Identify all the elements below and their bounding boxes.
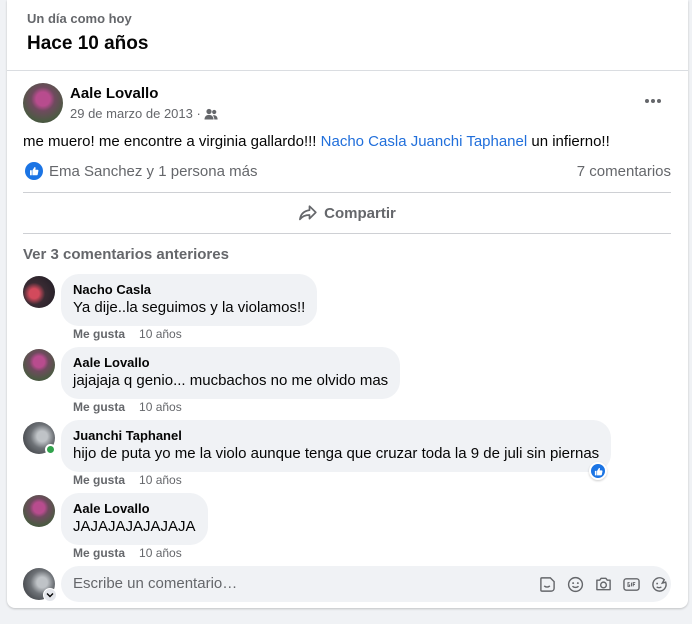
memory-title: Hace 10 años bbox=[27, 33, 149, 54]
post-text-start: me muero! me encontre a virginia gallard… bbox=[23, 133, 321, 150]
comment-author[interactable]: Aale Lovallo bbox=[73, 355, 388, 371]
comment-text: hijo de puta yo me la violo aunque tenga… bbox=[73, 445, 600, 462]
comment-count[interactable]: 7 comentarios bbox=[577, 163, 671, 180]
divider bbox=[23, 192, 671, 193]
comment-input[interactable]: Escribe un comentario… bbox=[73, 575, 237, 592]
mention-juanchi[interactable]: Juanchi Taphanel bbox=[411, 133, 527, 150]
post-date[interactable]: 29 de marzo de 2013 · bbox=[70, 106, 201, 121]
memory-header: Un día como hoy Hace 10 años bbox=[7, 0, 688, 71]
comment-avatar[interactable] bbox=[23, 495, 55, 527]
friends-audience-icon[interactable] bbox=[204, 107, 218, 125]
comment-like-button[interactable]: Me gusta bbox=[73, 327, 125, 341]
comment-avatar[interactable] bbox=[23, 276, 55, 308]
post-date-text[interactable]: 29 de marzo de 2013 bbox=[70, 106, 193, 121]
comment-bubble: Aale Lovallo JAJAJAJAJAJAJA bbox=[61, 493, 208, 545]
comment-like-button[interactable]: Me gusta bbox=[73, 473, 125, 487]
post-text-end: un infierno!! bbox=[527, 133, 610, 150]
comment-time[interactable]: 10 años bbox=[139, 400, 182, 414]
comment-actions: Me gusta 10 años bbox=[73, 327, 182, 341]
comment-bubble: Juanchi Taphanel hijo de puta yo me la v… bbox=[61, 420, 612, 472]
comment-avatar[interactable] bbox=[23, 349, 55, 381]
comment-bubble: Aale Lovallo jajajaja q genio... mucbach… bbox=[61, 347, 401, 399]
more-options-icon bbox=[645, 99, 661, 103]
comment-time[interactable]: 10 años bbox=[139, 546, 182, 560]
view-previous-comments[interactable]: Ver 3 comentarios anteriores bbox=[23, 246, 229, 263]
more-options-button[interactable] bbox=[640, 88, 666, 114]
share-arrow-icon bbox=[299, 205, 317, 221]
comment-like-button[interactable]: Me gusta bbox=[73, 546, 125, 560]
share-button[interactable]: Compartir bbox=[23, 197, 671, 229]
comment-author[interactable]: Juanchi Taphanel bbox=[73, 428, 599, 444]
comment-time[interactable]: 10 años bbox=[139, 473, 182, 487]
memory-subtitle: Un día como hoy bbox=[27, 11, 132, 26]
comment-author[interactable]: Nacho Casla bbox=[73, 282, 305, 298]
gif-icon[interactable] bbox=[621, 574, 641, 594]
post-text: me muero! me encontre a virginia gallard… bbox=[23, 133, 610, 150]
chevron-down-icon[interactable] bbox=[43, 588, 57, 602]
comment-text: jajajaja q genio... mucbachos no me olvi… bbox=[73, 372, 389, 389]
camera-icon[interactable] bbox=[593, 574, 613, 594]
comment-like-reaction-icon[interactable] bbox=[589, 462, 607, 480]
memory-card: Un día como hoy Hace 10 años Aale Lovall… bbox=[7, 0, 688, 608]
comment-text: JAJAJAJAJAJAJA bbox=[73, 518, 196, 535]
divider bbox=[23, 233, 671, 234]
comment-composer[interactable]: Escribe un comentario… bbox=[61, 566, 671, 602]
date-separator: · bbox=[196, 106, 201, 121]
share-label: Compartir bbox=[324, 204, 396, 222]
comment-author[interactable]: Aale Lovallo bbox=[73, 501, 196, 517]
like-reaction-icon[interactable] bbox=[25, 162, 43, 180]
mention-nacho[interactable]: Nacho Casla bbox=[321, 133, 407, 150]
poster-name[interactable]: Aale Lovallo bbox=[70, 85, 158, 102]
comment-time[interactable]: 10 años bbox=[139, 327, 182, 341]
comment-actions: Me gusta 10 años bbox=[73, 400, 182, 414]
comment-like-button[interactable]: Me gusta bbox=[73, 400, 125, 414]
comment-actions: Me gusta 10 años bbox=[73, 473, 182, 487]
online-status-dot bbox=[45, 444, 56, 455]
comment-bubble: Nacho Casla Ya dije..la seguimos y la vi… bbox=[61, 274, 318, 326]
avatar-sticker-icon[interactable] bbox=[649, 574, 669, 594]
comment-text: Ya dije..la seguimos y la violamos!! bbox=[73, 299, 306, 316]
emoji-icon[interactable] bbox=[565, 574, 585, 594]
comment-actions: Me gusta 10 años bbox=[73, 546, 182, 560]
poster-avatar[interactable] bbox=[23, 83, 63, 123]
reactions-summary[interactable]: Ema Sanchez y 1 persona más bbox=[49, 163, 257, 180]
sticker-icon[interactable] bbox=[537, 574, 557, 594]
